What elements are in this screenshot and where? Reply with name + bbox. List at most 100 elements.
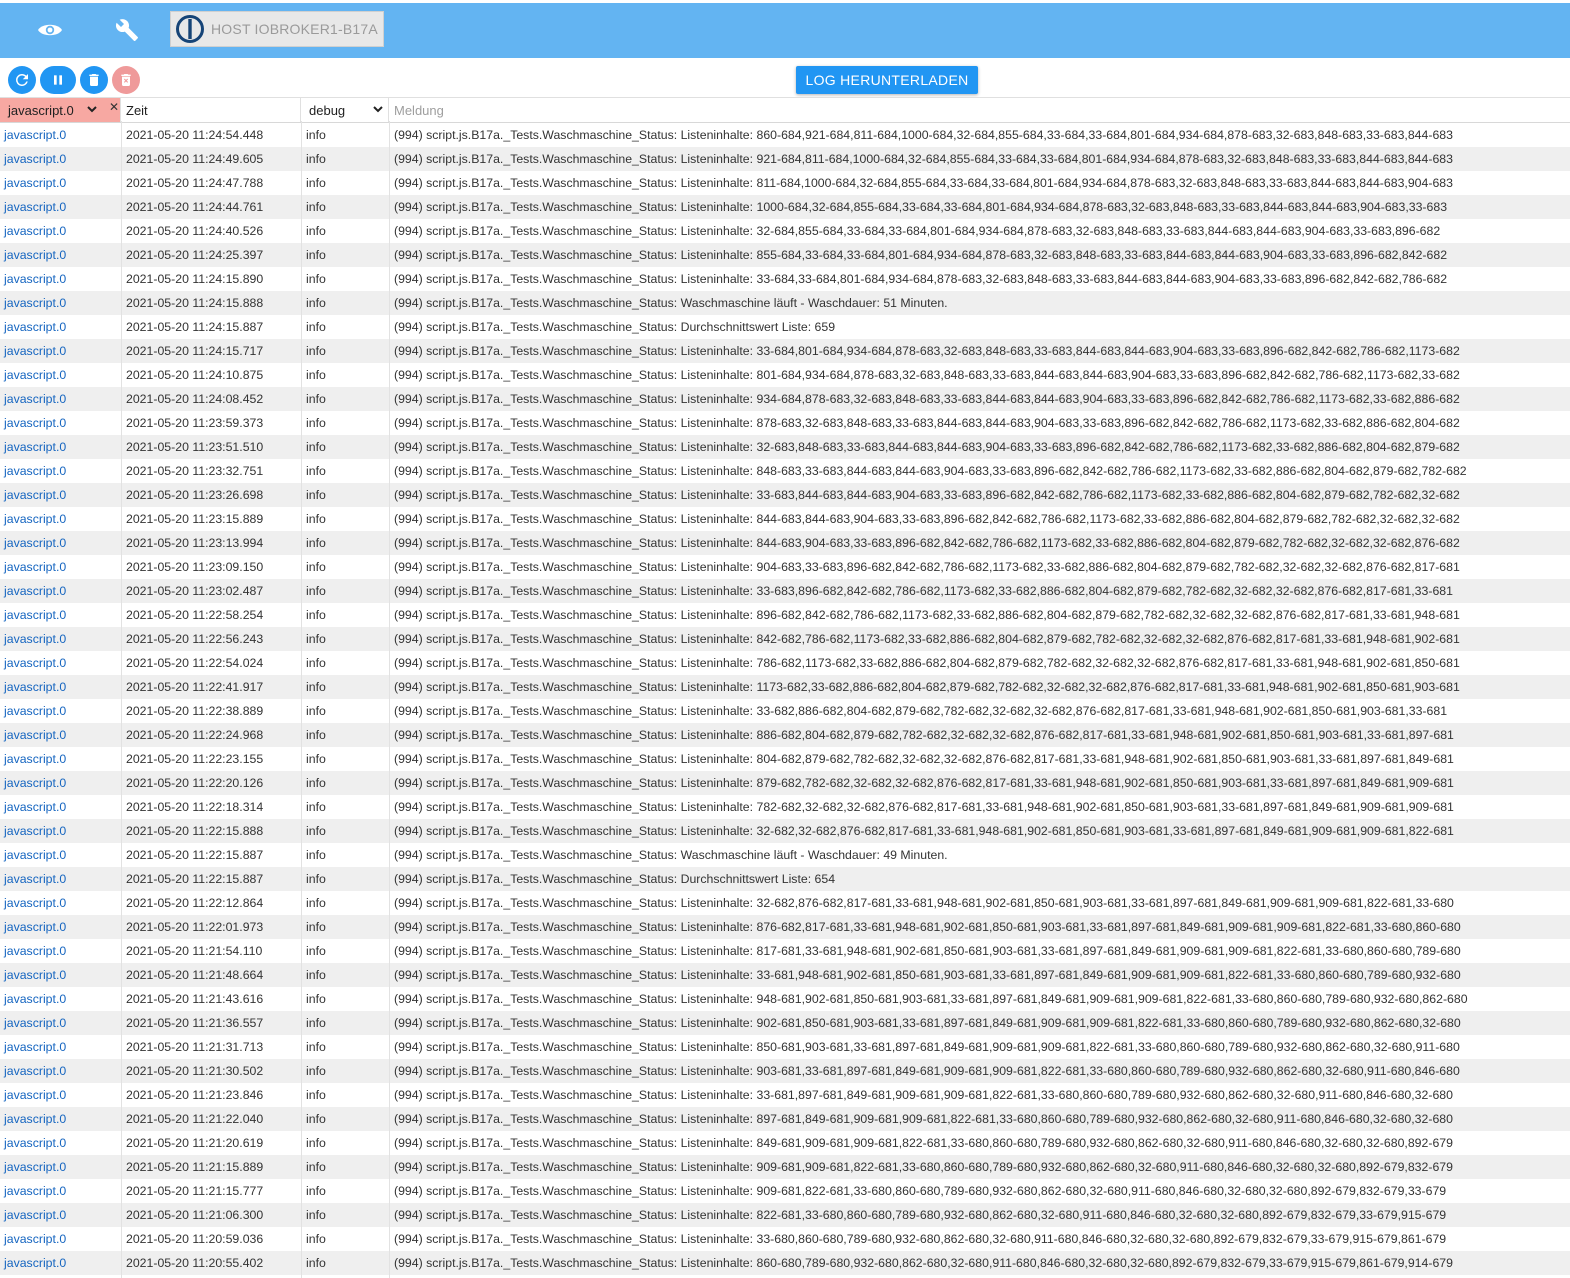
log-source: javascript.0 (4, 416, 67, 430)
log-source: javascript.0 (4, 968, 67, 982)
log-row: javascript.0 2021-05-20 11:24:44.761 info (… (0, 195, 1570, 219)
log-message: (994) script.js.B17a._Tests.Waschmaschin… (394, 440, 1460, 454)
download-log-button[interactable]: LOG HERUNTERLADEN (796, 66, 978, 94)
log-source: javascript.0 (4, 1016, 67, 1030)
column-divider (389, 121, 390, 1278)
log-row: javascript.0 2021-05-20 11:24:08.452 info (… (0, 387, 1570, 411)
log-level: info (306, 128, 326, 142)
log-row: javascript.0 2021-05-20 11:24:15.887 info (… (0, 315, 1570, 339)
log-row: javascript.0 2021-05-20 11:22:24.968 info (… (0, 723, 1570, 747)
delete-log-file-button[interactable] (112, 66, 140, 94)
source-filter-value: javascript.0 (8, 102, 74, 118)
log-row: javascript.0 2021-05-20 11:24:15.890 info (… (0, 267, 1570, 291)
log-time: 2021-05-20 11:24:15.887 (126, 320, 264, 334)
log-level: info (306, 536, 326, 550)
host-selector[interactable]: HOST IOBROKER1-B17A (170, 11, 384, 47)
log-message: (994) script.js.B17a._Tests.Waschmaschin… (394, 1016, 1461, 1030)
log-time: 2021-05-20 11:21:22.040 (126, 1112, 264, 1126)
log-time: 2021-05-20 11:23:51.510 (126, 440, 264, 454)
log-level: info (306, 728, 326, 742)
log-row: javascript.0 2021-05-20 11:23:51.510 info (… (0, 435, 1570, 459)
log-time: 2021-05-20 11:21:36.557 (126, 1016, 264, 1030)
log-time: 2021-05-20 11:22:58.254 (126, 608, 264, 622)
log-time: 2021-05-20 11:24:08.452 (126, 392, 264, 406)
log-time: 2021-05-20 11:23:32.751 (126, 464, 264, 478)
log-table: javascript.0 ✕ Zeit debug Meldung javasc… (0, 97, 1570, 1275)
log-message: (994) script.js.B17a._Tests.Waschmaschin… (394, 1208, 1447, 1222)
log-level: info (306, 1064, 326, 1078)
log-level: info (306, 1112, 326, 1126)
log-level: info (306, 440, 326, 454)
log-message: (994) script.js.B17a._Tests.Waschmaschin… (394, 1136, 1453, 1150)
level-filter-select[interactable]: debug (301, 98, 389, 122)
log-row: javascript.0 2021-05-20 11:22:15.887 info (… (0, 867, 1570, 891)
log-row: javascript.0 2021-05-20 11:24:49.605 info (… (0, 147, 1570, 171)
log-level: info (306, 800, 326, 814)
log-rows: javascript.0 2021-05-20 11:24:54.448 info (… (0, 123, 1570, 1275)
log-row: javascript.0 2021-05-20 11:23:15.889 info (… (0, 507, 1570, 531)
log-row: javascript.0 2021-05-20 11:20:55.402 info (… (0, 1251, 1570, 1275)
log-message: (994) script.js.B17a._Tests.Waschmaschin… (394, 488, 1460, 502)
eye-icon[interactable] (30, 12, 70, 48)
log-message: (994) script.js.B17a._Tests.Waschmaschin… (394, 512, 1460, 526)
refresh-button[interactable] (8, 66, 36, 94)
log-level: info (306, 656, 326, 670)
log-level: info (306, 872, 326, 886)
source-filter-select[interactable]: javascript.0 ✕ (0, 98, 121, 122)
log-source: javascript.0 (4, 704, 67, 718)
log-level: info (306, 344, 326, 358)
log-source: javascript.0 (4, 1112, 67, 1126)
log-message: (994) script.js.B17a._Tests.Waschmaschin… (394, 344, 1460, 358)
log-level: info (306, 296, 326, 310)
log-source: javascript.0 (4, 272, 67, 286)
log-message: (994) script.js.B17a._Tests.Waschmaschin… (394, 944, 1461, 958)
log-source: javascript.0 (4, 488, 67, 502)
log-row: javascript.0 2021-05-20 11:22:18.314 info (… (0, 795, 1570, 819)
log-message: (994) script.js.B17a._Tests.Waschmaschin… (394, 200, 1448, 214)
log-row: javascript.0 2021-05-20 11:21:31.713 info (… (0, 1035, 1570, 1059)
log-source: javascript.0 (4, 368, 67, 382)
log-level: info (306, 1016, 326, 1030)
log-row: javascript.0 2021-05-20 11:23:26.698 info (… (0, 483, 1570, 507)
log-level: info (306, 560, 326, 574)
log-source: javascript.0 (4, 1088, 67, 1102)
log-time: 2021-05-20 11:24:25.397 (126, 248, 264, 262)
log-message: (994) script.js.B17a._Tests.Waschmaschin… (394, 968, 1461, 982)
time-column-header: Zeit (121, 98, 301, 122)
pause-button[interactable] (40, 66, 76, 94)
log-source: javascript.0 (4, 776, 67, 790)
log-row: javascript.0 2021-05-20 11:21:43.616 info (… (0, 987, 1570, 1011)
log-source: javascript.0 (4, 200, 67, 214)
log-level: info (306, 752, 326, 766)
delete-button[interactable] (80, 66, 108, 94)
log-message: (994) script.js.B17a._Tests.Waschmaschin… (394, 800, 1454, 814)
log-row: javascript.0 2021-05-20 11:23:32.751 info (… (0, 459, 1570, 483)
log-message: (994) script.js.B17a._Tests.Waschmaschin… (394, 872, 836, 886)
log-message: (994) script.js.B17a._Tests.Waschmaschin… (394, 1256, 1453, 1270)
log-time: 2021-05-20 11:24:15.717 (126, 344, 264, 358)
log-source: javascript.0 (4, 1160, 67, 1174)
log-source: javascript.0 (4, 728, 67, 742)
log-level: info (306, 464, 326, 478)
log-row: javascript.0 2021-05-20 11:21:15.777 info (… (0, 1179, 1570, 1203)
column-divider (301, 121, 302, 1278)
clear-filter-icon[interactable]: ✕ (109, 100, 119, 114)
log-message: (994) script.js.B17a._Tests.Waschmaschin… (394, 680, 1460, 694)
log-level: info (306, 632, 326, 646)
log-row: javascript.0 2021-05-20 11:23:59.373 info (… (0, 411, 1570, 435)
log-message: (994) script.js.B17a._Tests.Waschmaschin… (394, 728, 1454, 742)
log-time: 2021-05-20 11:23:59.373 (126, 416, 264, 430)
message-filter-input[interactable]: Meldung (389, 98, 1570, 122)
log-time: 2021-05-20 11:21:30.502 (126, 1064, 264, 1078)
log-row: javascript.0 2021-05-20 11:22:20.126 info (… (0, 771, 1570, 795)
log-time: 2021-05-20 11:24:10.875 (126, 368, 264, 382)
wrench-icon[interactable] (107, 12, 147, 48)
log-row: javascript.0 2021-05-20 11:23:13.994 info (… (0, 531, 1570, 555)
refresh-icon (15, 73, 28, 86)
log-source: javascript.0 (4, 344, 67, 358)
log-row: javascript.0 2021-05-20 11:22:41.917 info (… (0, 675, 1570, 699)
log-row: javascript.0 2021-05-20 11:24:15.888 info (… (0, 291, 1570, 315)
log-time: 2021-05-20 11:21:54.110 (126, 944, 263, 958)
log-level: info (306, 1088, 326, 1102)
log-source: javascript.0 (4, 176, 67, 190)
